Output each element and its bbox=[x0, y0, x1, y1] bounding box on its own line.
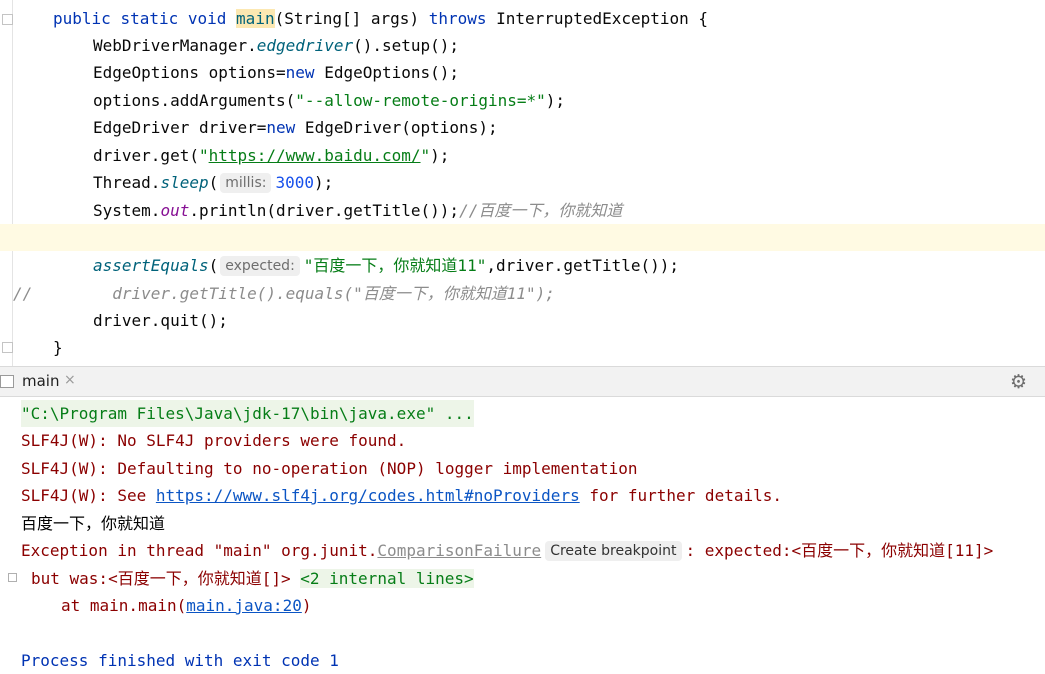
comment-marker: // bbox=[13, 284, 33, 303]
keyword: public bbox=[53, 9, 111, 28]
console-text: Exception in thread "main" org.junit. bbox=[21, 541, 378, 560]
code-text: ); bbox=[314, 173, 334, 192]
code-text: driver.get( bbox=[93, 146, 199, 165]
console-line: 百度一下，你就知道 bbox=[21, 514, 166, 533]
code-editor[interactable]: public static void main(String[] args) t… bbox=[0, 0, 1045, 366]
exception-line: Exception in thread "main" org.junit.Com… bbox=[21, 537, 993, 564]
editor-gutter bbox=[12, 0, 13, 366]
static-method: sleep bbox=[160, 173, 209, 192]
comment: driver.getTitle().equals("百度一下，你就知道11"); bbox=[112, 284, 555, 303]
stack-frame: at main.main(main.java:20) bbox=[61, 592, 311, 619]
parameter-hint: expected: bbox=[220, 256, 300, 276]
code-text: System. bbox=[93, 201, 161, 220]
code-text: .println(driver.getTitle()); bbox=[189, 201, 460, 220]
string-quote: " bbox=[420, 146, 431, 165]
code-text: ,driver.getTitle()); bbox=[486, 256, 679, 275]
code-line-13[interactable]: } bbox=[53, 334, 63, 361]
code-line-4[interactable]: options.addArguments("--allow-remote-ori… bbox=[93, 87, 565, 114]
run-console-icon bbox=[0, 375, 14, 388]
code-text: EdgeOptions(); bbox=[314, 63, 460, 82]
slf4j-link[interactable]: https://www.slf4j.org/codes.html#noProvi… bbox=[156, 486, 580, 505]
parameter-hint: millis: bbox=[220, 173, 272, 193]
exception-line: but was:<百度一下，你就知道[]> <2 internal lines> bbox=[31, 565, 474, 592]
static-field: out bbox=[160, 201, 190, 220]
gear-icon[interactable]: ⚙ bbox=[1010, 371, 1027, 393]
exit-status: Process finished with exit code 1 bbox=[21, 651, 339, 670]
code-line-11[interactable]: // driver.getTitle().equals("百度一下，你就知道11"… bbox=[13, 280, 555, 307]
fold-icon[interactable] bbox=[2, 342, 13, 353]
console-line: SLF4J(W): Defaulting to no-operation (NO… bbox=[21, 459, 638, 478]
static-method: edgedriver bbox=[256, 36, 354, 55]
console-line: SLF4J(W): See https://www.slf4j.org/code… bbox=[21, 482, 782, 509]
code-line-1[interactable]: public static void main(String[] args) t… bbox=[53, 5, 708, 32]
tab-main[interactable]: main bbox=[22, 372, 59, 390]
method-name: main bbox=[236, 9, 275, 28]
code-text: EdgeDriver driver= bbox=[93, 118, 267, 137]
code-line-6[interactable]: driver.get("https://www.baidu.com/"); bbox=[93, 142, 449, 169]
console-line: SLF4J(W): No SLF4J providers were found. bbox=[21, 431, 407, 450]
current-line-highlight bbox=[0, 224, 1045, 251]
string-literal: "百度一下，你就知道11" bbox=[303, 256, 487, 275]
code-text: options.addArguments( bbox=[93, 91, 296, 110]
string-quote: " bbox=[198, 146, 209, 165]
code-text: ); bbox=[430, 146, 450, 165]
console-text: but was:<百度一下，你就知道[]> bbox=[31, 569, 291, 588]
console-text: for further details. bbox=[579, 486, 782, 505]
code-text: ( bbox=[208, 173, 219, 192]
comment: //百度一下，你就知道 bbox=[459, 201, 623, 220]
console-text: ) bbox=[301, 596, 312, 615]
console-text: : expected:<百度一下，你就知道[11]> bbox=[685, 541, 994, 560]
close-icon[interactable]: × bbox=[64, 372, 76, 388]
code-text: driver.quit(); bbox=[93, 311, 228, 330]
create-breakpoint-button[interactable]: Create breakpoint bbox=[545, 541, 682, 561]
code-line-12[interactable]: driver.quit(); bbox=[93, 307, 228, 334]
number-literal: 3000 bbox=[275, 173, 314, 192]
command-line: "C:\Program Files\Java\jdk-17\bin\java.e… bbox=[21, 400, 474, 427]
code-line-2[interactable]: WebDriverManager.edgedriver().setup(); bbox=[93, 32, 459, 59]
source-link[interactable]: main.java:20 bbox=[186, 596, 302, 615]
code-text: ().setup(); bbox=[353, 36, 460, 55]
internal-lines-fold[interactable]: <2 internal lines> bbox=[300, 569, 474, 588]
keyword: throws bbox=[428, 9, 487, 28]
code-text: WebDriverManager. bbox=[93, 36, 257, 55]
code-text: EdgeDriver(options); bbox=[295, 118, 498, 137]
exception-class-link[interactable]: ComparisonFailure bbox=[377, 541, 541, 560]
code-text: ); bbox=[545, 91, 566, 110]
fold-icon[interactable] bbox=[2, 14, 13, 25]
code-line-3[interactable]: EdgeOptions options=new EdgeOptions(); bbox=[93, 59, 459, 86]
code-line-7[interactable]: Thread.sleep(millis: 3000); bbox=[93, 169, 333, 196]
expand-icon[interactable] bbox=[8, 573, 17, 582]
keyword: static bbox=[120, 9, 179, 28]
code-text: } bbox=[53, 338, 63, 357]
console-text: SLF4J(W): See bbox=[21, 486, 156, 505]
code-text: Thread. bbox=[93, 173, 161, 192]
keyword: new bbox=[266, 118, 296, 137]
code-line-8[interactable]: System.out.println(driver.getTitle());//… bbox=[93, 197, 622, 224]
code-line-10[interactable]: assertEquals(expected: "百度一下，你就知道11",driv… bbox=[93, 252, 679, 279]
string-literal: "--allow-remote-origins=*" bbox=[295, 91, 546, 110]
static-method: assertEquals bbox=[93, 256, 209, 275]
console-output[interactable]: "C:\Program Files\Java\jdk-17\bin\java.e… bbox=[0, 397, 1045, 673]
code-text: InterruptedException { bbox=[486, 9, 709, 28]
url-link[interactable]: https://www.baidu.com/ bbox=[209, 146, 421, 165]
keyword: void bbox=[187, 9, 227, 28]
keyword: new bbox=[285, 63, 315, 82]
console-text: at main.main( bbox=[61, 596, 187, 615]
code-text: (String[] args) bbox=[274, 9, 429, 28]
code-text: EdgeOptions options= bbox=[93, 63, 286, 82]
code-text: ( bbox=[208, 256, 219, 275]
run-tool-window-header: main × ⚙ bbox=[0, 366, 1045, 397]
code-line-5[interactable]: EdgeDriver driver=new EdgeDriver(options… bbox=[93, 114, 498, 141]
